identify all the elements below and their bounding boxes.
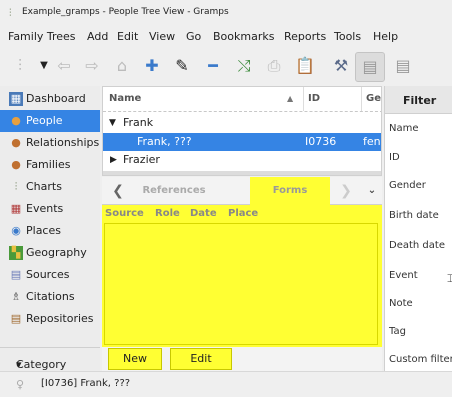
- status-text: [I0736] Frank, ???: [41, 378, 131, 389]
- title-bar: ⫶ Example_gramps - People Tree View - Gr…: [0, 0, 452, 26]
- gramps-logo-icon: ⫶: [9, 8, 12, 19]
- places-icon: ◉: [11, 224, 21, 237]
- person-name: Frank, ???: [137, 135, 192, 148]
- people-icon: ●: [11, 114, 21, 127]
- merge-icon[interactable]: ⤭: [232, 54, 256, 78]
- window-title: Example_gramps - People Tree View - Gram…: [22, 7, 229, 17]
- filter-label-tag: Tag: [389, 326, 406, 337]
- menu-go[interactable]: Go: [186, 30, 201, 43]
- horizontal-scrollbar[interactable]: [103, 171, 381, 175]
- sidebar-toggle-icon[interactable]: ▤: [355, 52, 385, 82]
- filter-label-event: Event: [389, 270, 418, 281]
- category-label: Category: [16, 358, 67, 371]
- tab-menu-chevron-icon[interactable]: ⌄: [364, 177, 380, 205]
- tree-icon[interactable]: ⫶: [8, 54, 32, 78]
- filter-label-gender: Gender: [389, 180, 426, 191]
- expander-closed-icon[interactable]: ▶: [110, 151, 117, 169]
- sidebar-item-families[interactable]: ● Families: [0, 154, 100, 176]
- sidebar-item-sources[interactable]: ▤ Sources: [0, 264, 100, 286]
- sidebar-item-people[interactable]: ● People: [0, 110, 100, 132]
- edit-button[interactable]: Edit: [170, 348, 232, 370]
- forms-list[interactable]: [104, 223, 378, 345]
- sidebar-item-charts[interactable]: ⫶ Charts: [0, 176, 100, 198]
- filter-label-name: Name: [389, 123, 419, 134]
- people-tree-view: Name ▲ ID Ge ▼ Frank Frank, ??? I0736 fe…: [102, 86, 382, 176]
- tree-group-row[interactable]: ▶ Frazier: [103, 151, 381, 169]
- toolbar: ⫶ ▼ ⇦ ⇨ ⌂ ✚ ✎ ━ ⤭ ⎙ 📋 ⚒ ▤ ▤: [0, 48, 452, 86]
- tab-references[interactable]: References: [134, 177, 214, 205]
- menu-edit[interactable]: Edit: [117, 30, 138, 43]
- filter-sidebar: Filter Name ID Gender Birth date Death d…: [384, 86, 452, 371]
- charts-icon: ⫶: [14, 180, 18, 193]
- new-button[interactable]: New: [108, 348, 162, 370]
- menu-add[interactable]: Add: [87, 30, 108, 43]
- forms-gramplet: Source Role Date Place: [102, 205, 382, 347]
- tab-scroll-right-icon[interactable]: ❯: [338, 177, 354, 205]
- events-icon: ▦: [10, 202, 22, 215]
- home-icon[interactable]: ⌂: [110, 54, 134, 78]
- menu-bar: Family Trees Add Edit View Go Bookmarks …: [0, 26, 452, 48]
- menu-view[interactable]: View: [149, 30, 175, 43]
- form-col-source[interactable]: Source: [105, 208, 144, 219]
- menu-bookmarks[interactable]: Bookmarks: [213, 30, 274, 43]
- sort-arrow-icon: ▲: [287, 94, 294, 103]
- add-icon[interactable]: ✚: [140, 54, 164, 78]
- sidebar-item-dashboard[interactable]: ▦ Dashboard: [0, 88, 100, 110]
- category-button[interactable]: Category ▾: [0, 347, 100, 372]
- sidebar-item-relationships[interactable]: ● Relationships: [0, 132, 100, 154]
- form-col-date[interactable]: Date: [190, 208, 217, 219]
- tab-filter[interactable]: Filter: [403, 94, 436, 107]
- tab-forms[interactable]: Forms: [250, 177, 330, 205]
- menu-family-trees[interactable]: Family Trees: [8, 30, 76, 43]
- person-gender: fen: [363, 135, 381, 148]
- expander-open-icon[interactable]: ▼: [109, 114, 116, 132]
- remove-icon[interactable]: ━: [201, 54, 225, 78]
- sidebar-item-events[interactable]: ▦ Events: [0, 198, 100, 220]
- person-row[interactable]: Frank, ??? I0736 fen: [103, 133, 381, 151]
- bottombar-tabs: ❮ References Forms ❯ ⌄: [102, 177, 382, 205]
- tree-group-row[interactable]: ▼ Frank: [103, 114, 381, 132]
- lightbulb-icon: ♀: [16, 378, 25, 391]
- bottombar-toggle-icon[interactable]: ▤: [391, 54, 415, 78]
- edit-icon[interactable]: ✎: [170, 54, 194, 78]
- repositories-icon: ▤: [10, 312, 22, 325]
- relationships-icon: ●: [11, 136, 21, 149]
- filter-tab-header[interactable]: Filter: [385, 86, 452, 114]
- geography-icon: ▚: [9, 246, 23, 260]
- sources-icon: ▤: [10, 268, 22, 281]
- sidebar-item-places[interactable]: ◉ Places: [0, 220, 100, 242]
- forms-footer: New Edit: [102, 347, 382, 371]
- families-icon: ●: [11, 158, 21, 171]
- menu-help[interactable]: Help: [373, 30, 398, 43]
- filter-label-id: ID: [389, 152, 400, 163]
- tools-icon[interactable]: ⚒: [329, 54, 353, 78]
- print-icon[interactable]: ⎙: [262, 54, 286, 78]
- clipboard-icon[interactable]: 📋: [293, 54, 317, 78]
- dashboard-icon: ▦: [9, 92, 23, 106]
- sidebar-item-citations[interactable]: ♗ Citations: [0, 286, 100, 308]
- column-header-gender[interactable]: Ge: [361, 87, 381, 111]
- form-col-role[interactable]: Role: [155, 208, 180, 219]
- tab-scroll-left-icon[interactable]: ❮: [108, 177, 128, 205]
- status-bar: ♀ [I0736] Frank, ???: [0, 371, 452, 397]
- forward-icon[interactable]: ⇨: [80, 54, 104, 78]
- column-header-name[interactable]: Name ▲: [109, 87, 293, 111]
- back-icon[interactable]: ⇦: [52, 54, 76, 78]
- filter-label-custom-filter: Custom filter: [389, 354, 452, 365]
- mouse-cursor-icon: ⌶: [447, 272, 452, 286]
- column-header-id[interactable]: ID: [303, 87, 358, 111]
- filter-label-note: Note: [389, 298, 413, 309]
- navigator-sidebar: ▦ Dashboard ● People ● Relationships ● F…: [0, 86, 100, 371]
- filter-label-death-date: Death date: [389, 240, 445, 251]
- citations-icon: ♗: [11, 290, 21, 303]
- sidebar-item-geography[interactable]: ▚ Geography: [0, 242, 100, 264]
- chevron-down-icon: ▾: [16, 358, 22, 371]
- menu-tools[interactable]: Tools: [334, 30, 361, 43]
- person-id: I0736: [305, 135, 337, 148]
- menu-reports[interactable]: Reports: [284, 30, 326, 43]
- sidebar-item-repositories[interactable]: ▤ Repositories: [0, 308, 100, 330]
- filter-label-birth-date: Birth date: [389, 210, 439, 221]
- form-col-place[interactable]: Place: [228, 208, 258, 219]
